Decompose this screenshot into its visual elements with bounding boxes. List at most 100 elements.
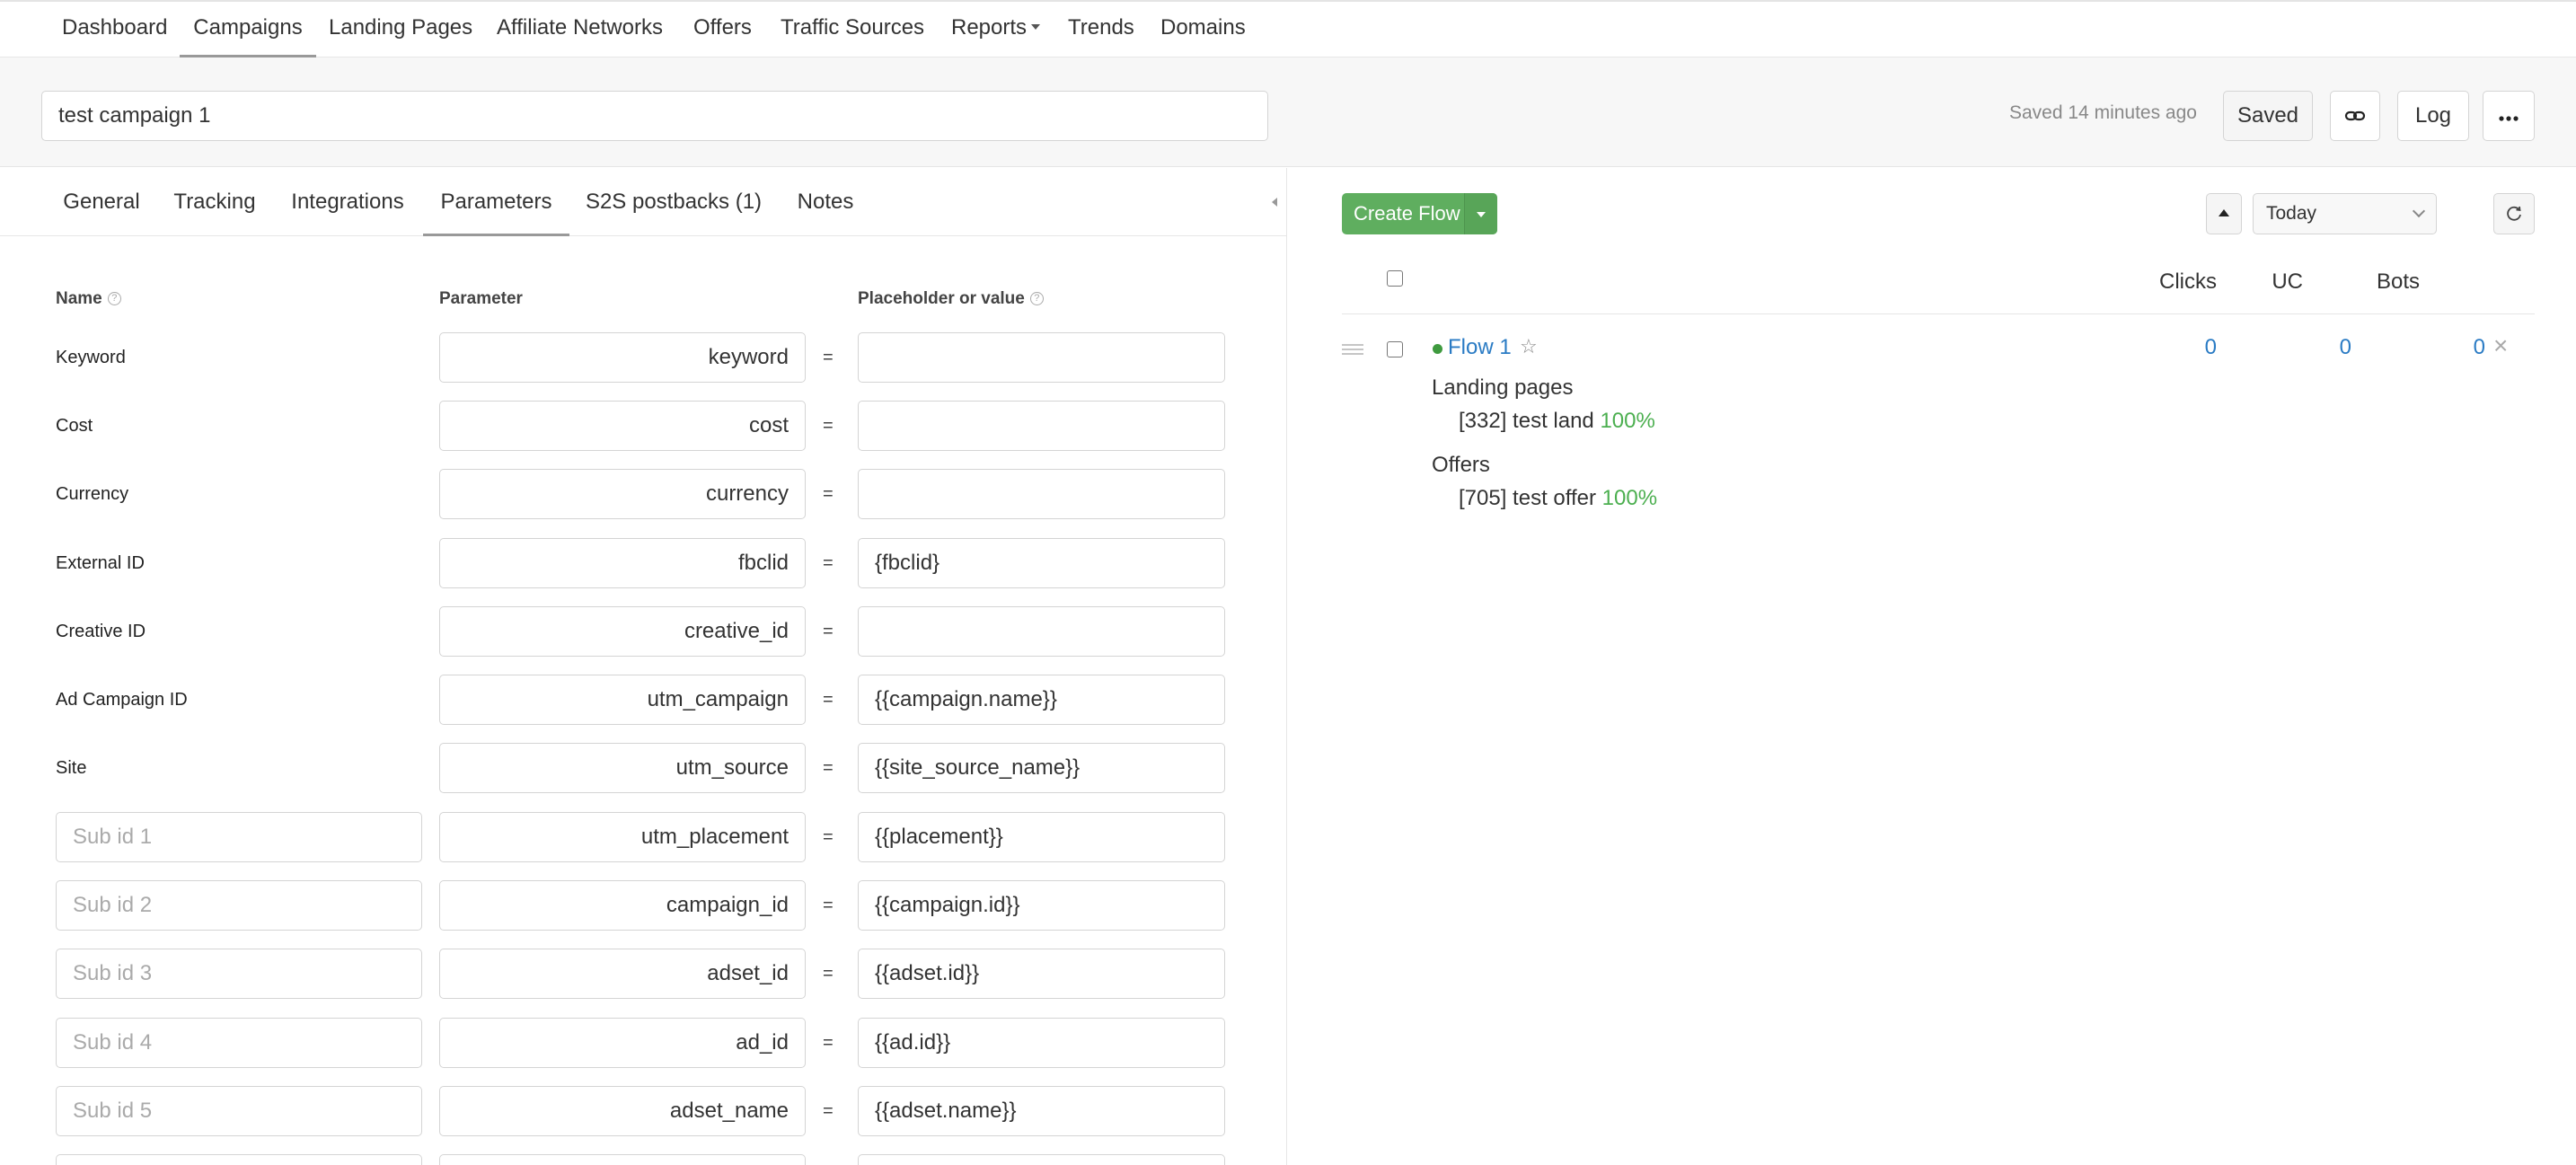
- parameter-key-input[interactable]: [439, 949, 806, 999]
- star-icon[interactable]: ☆: [1520, 335, 1538, 358]
- status-dot-icon: [1433, 344, 1442, 354]
- parameter-row-sub-id-1: =: [0, 812, 1287, 862]
- copy-link-button[interactable]: [2330, 91, 2380, 141]
- nav-item-traffic-sources[interactable]: Traffic Sources: [781, 2, 924, 57]
- parameter-row-currency: Currency =: [0, 469, 1287, 519]
- parameter-value-input[interactable]: [858, 675, 1225, 725]
- tab-general[interactable]: General: [50, 168, 153, 236]
- close-icon[interactable]: ×: [2493, 331, 2508, 360]
- parameter-name-label: External ID: [56, 553, 145, 573]
- parameter-key-input[interactable]: [439, 880, 806, 931]
- parameter-name-label: Site: [56, 758, 87, 778]
- parameter-key-input[interactable]: [439, 606, 806, 657]
- equals-sign: =: [823, 758, 834, 778]
- parameter-value-input[interactable]: [858, 469, 1225, 519]
- equals-sign: =: [823, 484, 834, 504]
- parameter-value-input[interactable]: [858, 1154, 1225, 1165]
- nav-item-affiliate-networks[interactable]: Affiliate Networks: [497, 2, 663, 57]
- equals-sign: =: [823, 1033, 834, 1053]
- period-select[interactable]: Today: [2253, 193, 2437, 234]
- sub-id-name-input[interactable]: [56, 949, 422, 999]
- parameter-key-input[interactable]: [439, 743, 806, 793]
- parameter-key-input[interactable]: [439, 538, 806, 588]
- flow-row: Flow 1 ☆ 0 0 0 × Landing pages [332] tes…: [1342, 328, 2535, 525]
- parameter-value-input[interactable]: [858, 880, 1225, 931]
- nav-item-dashboard[interactable]: Dashboard: [62, 2, 167, 57]
- tab-s2s-postbacks[interactable]: S2S postbacks (1): [578, 168, 770, 236]
- column-header-uc: UC: [2272, 269, 2303, 294]
- parameter-value-input[interactable]: [858, 812, 1225, 862]
- flow-uc-value[interactable]: 0: [2298, 335, 2351, 360]
- column-header-name-label: Name: [56, 289, 102, 308]
- parameter-key-input[interactable]: [439, 1018, 806, 1068]
- parameter-row-site: Site =: [0, 743, 1287, 793]
- campaign-name-input[interactable]: [41, 91, 1268, 141]
- nav-item-campaigns[interactable]: Campaigns: [180, 2, 316, 57]
- sub-id-name-input[interactable]: [56, 1154, 422, 1165]
- offer-percent: 100%: [1601, 486, 1658, 510]
- flow-bots-value[interactable]: 0: [2431, 335, 2485, 360]
- parameter-row-sub-id-4: =: [0, 1018, 1287, 1068]
- refresh-button[interactable]: [2493, 193, 2535, 234]
- flow-clicks-value[interactable]: 0: [2163, 335, 2217, 360]
- parameter-name-label: Ad Campaign ID: [56, 690, 188, 710]
- parameter-key-input[interactable]: [439, 812, 806, 862]
- more-options-button[interactable]: [2483, 91, 2535, 141]
- offer-item[interactable]: [705] test offer 100%: [1459, 486, 1657, 511]
- drag-handle-icon[interactable]: [1342, 344, 1363, 355]
- sub-id-name-input[interactable]: [56, 1018, 422, 1068]
- parameter-value-input[interactable]: [858, 332, 1225, 383]
- parameter-value-input[interactable]: [858, 401, 1225, 451]
- equals-sign: =: [823, 896, 834, 915]
- parameter-key-input[interactable]: [439, 1154, 806, 1165]
- sort-button[interactable]: [2206, 193, 2242, 234]
- equals-sign: =: [823, 1101, 834, 1121]
- tab-parameters[interactable]: Parameters: [423, 168, 569, 236]
- log-button[interactable]: Log: [2397, 91, 2469, 141]
- chevron-down-icon: [2412, 204, 2426, 218]
- column-header-parameter: Parameter: [439, 289, 523, 308]
- parameter-row-sub-id-3: =: [0, 949, 1287, 999]
- flows-table-header: Clicks UC Bots: [1342, 253, 2535, 314]
- parameter-key-input[interactable]: [439, 675, 806, 725]
- sub-id-name-input[interactable]: [56, 1086, 422, 1136]
- sub-id-name-input[interactable]: [56, 812, 422, 862]
- tab-integrations[interactable]: Integrations: [280, 168, 415, 236]
- landing-page-item[interactable]: [332] test land 100%: [1459, 409, 1655, 434]
- nav-item-trends[interactable]: Trends: [1068, 2, 1134, 57]
- create-flow-button[interactable]: Create Flow: [1342, 193, 1497, 234]
- select-all-checkbox[interactable]: [1387, 270, 1403, 287]
- nav-item-reports[interactable]: Reports: [951, 2, 1041, 57]
- parameter-key-input[interactable]: [439, 469, 806, 519]
- parameter-key-input[interactable]: [439, 1086, 806, 1136]
- flow-checkbox[interactable]: [1387, 341, 1403, 357]
- nav-item-offers[interactable]: Offers: [693, 2, 752, 57]
- sub-id-name-input[interactable]: [56, 880, 422, 931]
- parameter-row-creative-id: Creative ID =: [0, 606, 1287, 657]
- saved-status-text: Saved 14 minutes ago: [2009, 102, 2197, 123]
- parameter-key-input[interactable]: [439, 401, 806, 451]
- period-select-value: Today: [2266, 203, 2317, 224]
- parameter-value-input[interactable]: [858, 538, 1225, 588]
- nav-item-domains[interactable]: Domains: [1160, 2, 1246, 57]
- parameter-value-input[interactable]: [858, 1086, 1225, 1136]
- landing-page-name: [332] test land: [1459, 409, 1594, 433]
- create-flow-dropdown-toggle[interactable]: [1464, 193, 1497, 234]
- collapse-panel-icon[interactable]: [1272, 198, 1277, 207]
- help-icon[interactable]: ?: [1029, 292, 1044, 306]
- flow-name-link[interactable]: Flow 1: [1448, 335, 1512, 360]
- parameter-value-input[interactable]: [858, 1018, 1225, 1068]
- saved-button[interactable]: Saved: [2223, 91, 2313, 141]
- parameter-key-input[interactable]: [439, 332, 806, 383]
- help-icon[interactable]: ?: [107, 292, 121, 306]
- nav-item-landing-pages[interactable]: Landing Pages: [329, 2, 472, 57]
- parameter-row-cost: Cost =: [0, 401, 1287, 451]
- tab-notes[interactable]: Notes: [783, 168, 868, 236]
- tab-tracking[interactable]: Tracking: [162, 168, 268, 236]
- settings-tabs: General Tracking Integrations Parameters…: [0, 168, 1287, 236]
- parameter-row-keyword: Keyword =: [0, 332, 1287, 383]
- parameter-value-input[interactable]: [858, 606, 1225, 657]
- landing-pages-title: Landing pages: [1432, 375, 1574, 400]
- parameter-value-input[interactable]: [858, 949, 1225, 999]
- parameter-value-input[interactable]: [858, 743, 1225, 793]
